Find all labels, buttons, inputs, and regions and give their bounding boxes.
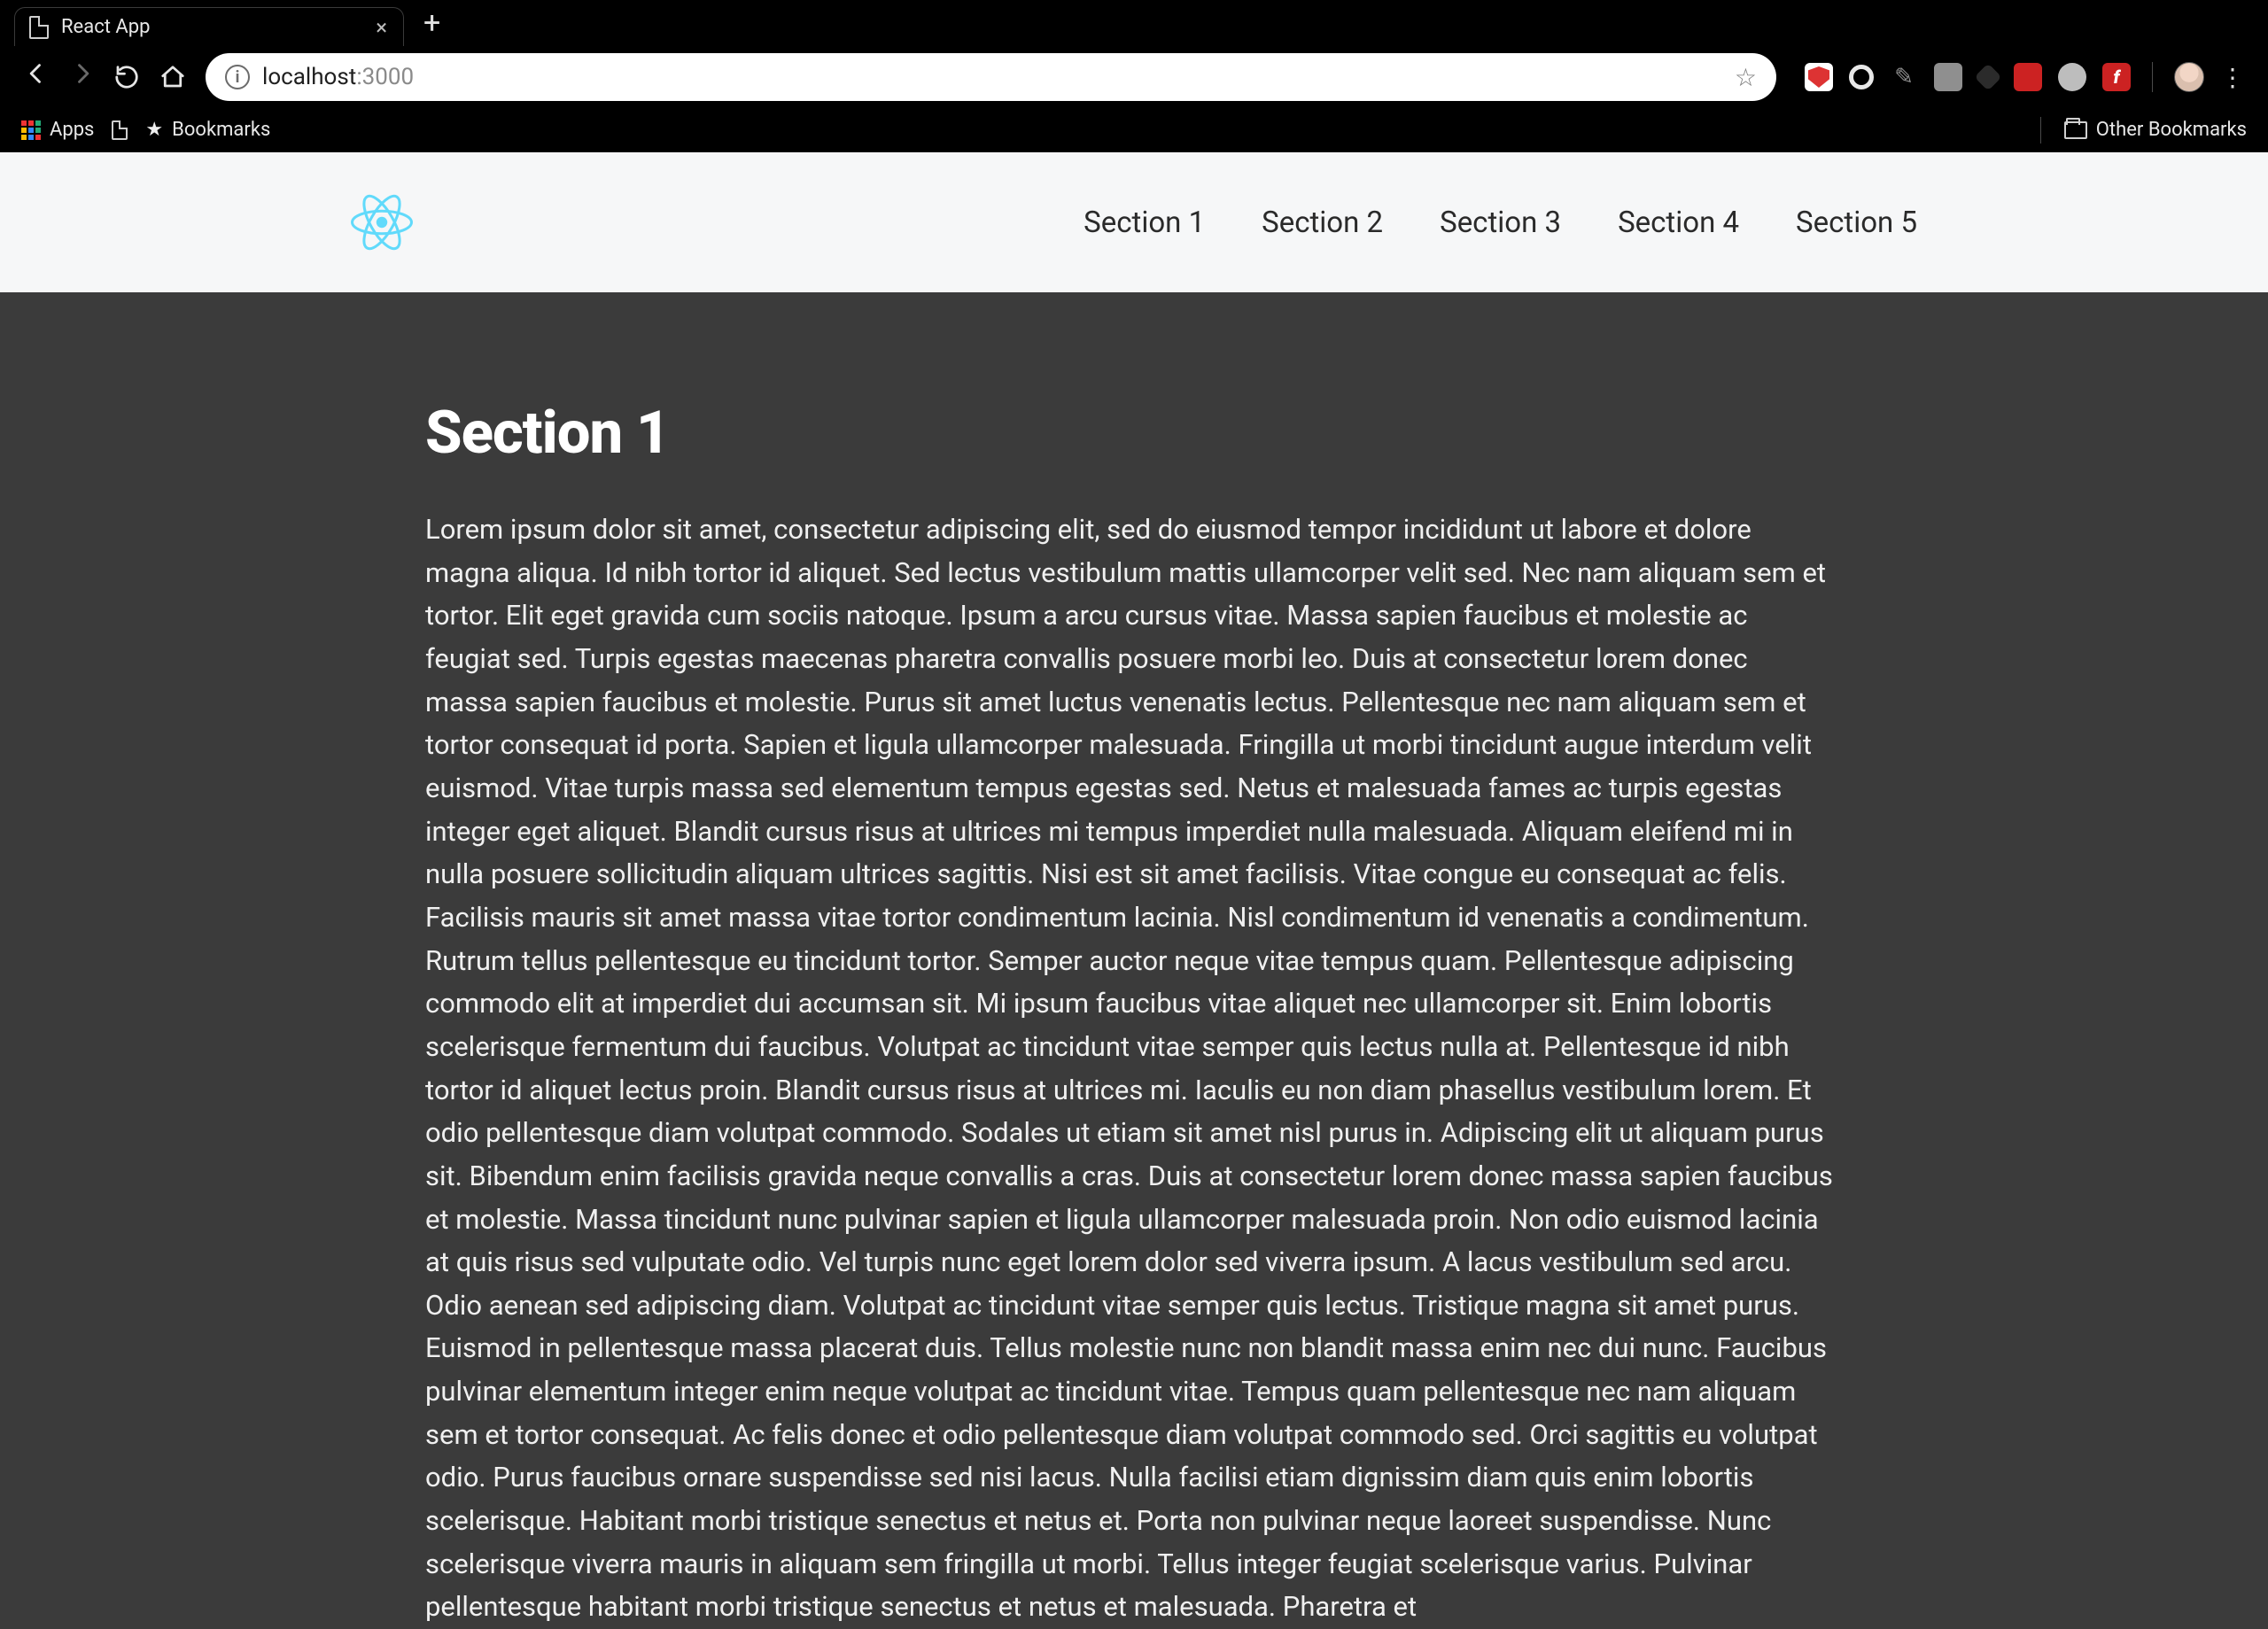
extension-adblock-icon[interactable] bbox=[1805, 63, 1833, 91]
extension-icon[interactable] bbox=[1934, 63, 1962, 91]
extension-icons: ✎ f ⋮ bbox=[1805, 62, 2247, 92]
bookmark-item[interactable] bbox=[112, 120, 128, 140]
react-logo-icon[interactable] bbox=[351, 191, 413, 253]
star-icon: ★ bbox=[145, 119, 163, 141]
nav-link-section-3[interactable]: Section 3 bbox=[1440, 206, 1561, 240]
bookmarks-bar: Apps ★ Bookmarks Other Bookmarks bbox=[0, 108, 2268, 152]
back-button[interactable] bbox=[21, 61, 51, 93]
extension-icon[interactable] bbox=[1849, 65, 1874, 89]
bookmark-star-icon[interactable]: ☆ bbox=[1735, 63, 1757, 92]
address-bar[interactable]: i localhost:3000 ☆ bbox=[206, 53, 1776, 101]
folder-icon bbox=[2064, 121, 2087, 139]
site-info-icon[interactable]: i bbox=[225, 65, 250, 89]
new-tab-button[interactable]: + bbox=[423, 8, 440, 38]
separator bbox=[2152, 62, 2153, 92]
nav-link-section-1[interactable]: Section 1 bbox=[1084, 206, 1205, 240]
section-1: Section 1 Lorem ipsum dolor sit amet, co… bbox=[0, 292, 2268, 1629]
url-host: localhost bbox=[262, 64, 356, 90]
bookmark-label: Bookmarks bbox=[172, 119, 270, 141]
tab-title: React App bbox=[61, 16, 363, 38]
section-body: Lorem ipsum dolor sit amet, consectetur … bbox=[425, 508, 1834, 1629]
separator bbox=[2040, 117, 2041, 144]
reload-button[interactable] bbox=[113, 64, 144, 90]
browser-toolbar: i localhost:3000 ☆ ✎ f ⋮ bbox=[0, 46, 2268, 108]
url-text: localhost:3000 bbox=[262, 64, 414, 90]
extension-icon[interactable] bbox=[1974, 63, 2001, 90]
other-bookmarks-label: Other Bookmarks bbox=[2096, 119, 2247, 141]
tab-strip: React App × + bbox=[0, 0, 2268, 46]
extension-icon[interactable] bbox=[2058, 63, 2086, 91]
main-nav: Section 1 Section 2 Section 3 Section 4 … bbox=[1084, 206, 1917, 240]
extension-icon[interactable]: ✎ bbox=[1890, 63, 1918, 91]
browser-menu-button[interactable]: ⋮ bbox=[2220, 63, 2247, 92]
close-tab-icon[interactable]: × bbox=[376, 17, 387, 38]
browser-tab[interactable]: React App × bbox=[14, 7, 404, 46]
profile-avatar[interactable] bbox=[2174, 62, 2204, 92]
nav-link-section-5[interactable]: Section 5 bbox=[1796, 206, 1917, 240]
site-header: Section 1 Section 2 Section 3 Section 4 … bbox=[0, 152, 2268, 292]
url-port: :3000 bbox=[356, 64, 414, 90]
page-icon bbox=[112, 120, 128, 140]
nav-link-section-2[interactable]: Section 2 bbox=[1262, 206, 1383, 240]
apps-icon bbox=[21, 120, 41, 140]
apps-shortcut[interactable]: Apps bbox=[21, 119, 94, 141]
bookmark-item[interactable]: ★ Bookmarks bbox=[145, 119, 270, 141]
nav-link-section-4[interactable]: Section 4 bbox=[1618, 206, 1739, 240]
other-bookmarks[interactable]: Other Bookmarks bbox=[2064, 119, 2247, 141]
extension-icon[interactable] bbox=[2014, 63, 2042, 91]
page-icon bbox=[29, 16, 49, 39]
home-button[interactable] bbox=[159, 64, 190, 90]
forward-button[interactable] bbox=[67, 61, 97, 93]
browser-chrome: React App × + i localhost:3000 ☆ ✎ bbox=[0, 0, 2268, 152]
section-heading: Section 1 bbox=[425, 399, 1834, 468]
extension-flash-icon[interactable]: f bbox=[2102, 63, 2131, 91]
apps-label: Apps bbox=[50, 119, 94, 141]
